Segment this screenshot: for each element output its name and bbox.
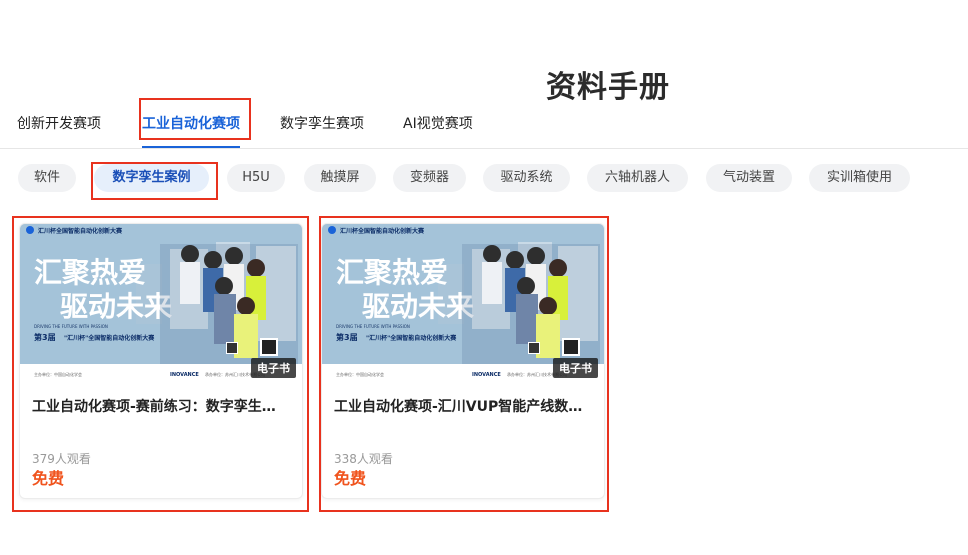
filter-chip-pneumatic[interactable]: 气动装置 <box>706 164 792 192</box>
tab-digital-twin[interactable]: 数字孪生赛项 <box>280 112 364 144</box>
card-title[interactable]: 工业自动化赛项-汇川VUP智能产线数… <box>334 396 590 416</box>
cover-footer-mid: INOVANCE <box>170 372 199 378</box>
cover-edition-rest: "汇川杯"全国智能自动化创新大赛 <box>64 334 155 342</box>
tab-innovation[interactable]: 创新开发赛项 <box>17 112 101 144</box>
filter-chip-training-box[interactable]: 实训箱使用 <box>809 164 910 192</box>
ebook-card[interactable]: 汇川杯全国智能自动化创新大赛 汇聚热爱 驱动未来 DRIVING THE FUT… <box>19 223 303 499</box>
filter-chip-touchscreen[interactable]: 触摸屏 <box>304 164 376 192</box>
cover-footer-left: 主办单位：中国自动化学会 <box>34 371 82 377</box>
ebook-badge: 电子书 <box>553 358 598 378</box>
tab-industrial-automation[interactable]: 工业自动化赛项 <box>142 112 240 148</box>
filter-chip-drive-system[interactable]: 驱动系统 <box>483 164 570 192</box>
ebook-badge: 电子书 <box>251 358 296 378</box>
cover-header-text: 汇川杯全国智能自动化创新大赛 <box>38 227 123 235</box>
card-price: 免费 <box>334 469 367 488</box>
page-title: 资料手册 <box>546 70 670 105</box>
cover-headline-line2: 驱动未来 <box>362 290 474 323</box>
cover-footer-mid: INOVANCE <box>472 372 501 378</box>
cover-slogan: DRIVING THE FUTURE WITH PASSION <box>34 324 108 329</box>
cover-footer-left: 主办单位：中国自动化学会 <box>336 371 384 377</box>
cover-headline-line1: 汇聚热爱 <box>34 256 146 289</box>
filter-chip-h5u[interactable]: H5U <box>227 164 285 192</box>
cover-image: 汇川杯全国智能自动化创新大赛 汇聚热爱 驱动未来 DRIVING THE FUT… <box>20 224 302 384</box>
ebook-card[interactable]: 汇川杯全国智能自动化创新大赛 汇聚热爱 驱动未来 DRIVING THE FUT… <box>321 223 605 499</box>
cover-header-text: 汇川杯全国智能自动化创新大赛 <box>340 227 425 235</box>
card-price: 免费 <box>32 469 65 488</box>
tab-ai-vision[interactable]: AI视觉赛项 <box>403 112 473 144</box>
filter-chip-digital-twin-cases[interactable]: 数字孪生案例 <box>94 164 209 192</box>
card-title[interactable]: 工业自动化赛项-赛前练习：数字孪生… <box>32 396 288 416</box>
filter-chip-software[interactable]: 软件 <box>18 164 76 192</box>
filter-chip-six-axis-robot[interactable]: 六轴机器人 <box>587 164 688 192</box>
main-tabs: 创新开发赛项 工业自动化赛项 数字孪生赛项 AI视觉赛项 <box>0 110 968 149</box>
cover-headline-line2: 驱动未来 <box>60 290 172 323</box>
cover-headline-line1: 汇聚热爱 <box>336 256 448 289</box>
cover-edition-rest: "汇川杯"全国智能自动化创新大赛 <box>366 334 457 342</box>
cover-image: 汇川杯全国智能自动化创新大赛 汇聚热爱 驱动未来 DRIVING THE FUT… <box>322 224 604 384</box>
cover-slogan: DRIVING THE FUTURE WITH PASSION <box>336 324 410 329</box>
filter-chip-inverter[interactable]: 变频器 <box>393 164 466 192</box>
cover-edition-prefix: 第3届 <box>336 332 358 342</box>
cover-edition-prefix: 第3届 <box>34 332 56 342</box>
